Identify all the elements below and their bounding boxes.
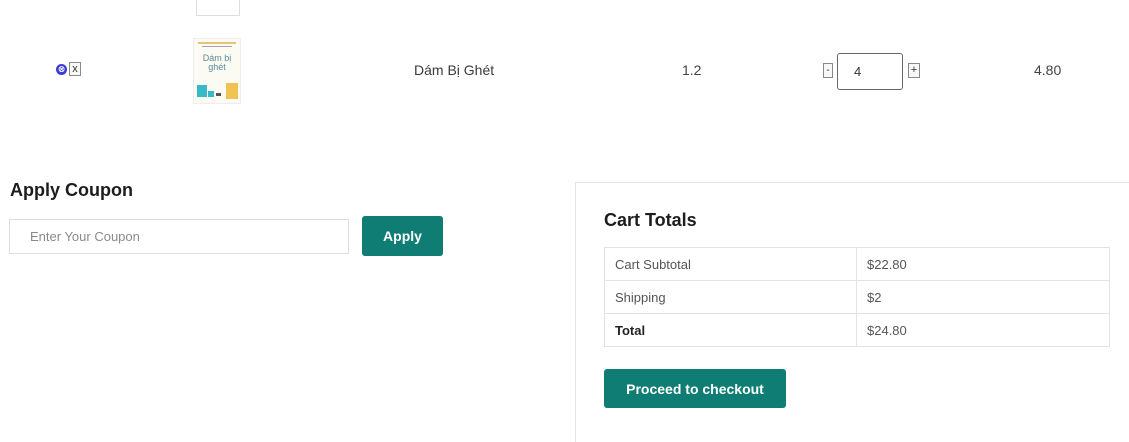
totals-label: Cart Subtotal xyxy=(604,247,857,281)
cart-totals-heading: Cart Totals xyxy=(604,210,697,230)
remove-x-button[interactable]: x xyxy=(69,62,81,76)
apply-coupon-button[interactable]: Apply xyxy=(362,216,443,256)
remove-circle-icon[interactable]: ⊗ xyxy=(56,63,67,75)
book-cover-decoration xyxy=(198,42,236,44)
coupon-input[interactable] xyxy=(9,219,349,254)
remove-item-control[interactable]: ⊗ x xyxy=(56,62,81,76)
quantity-input[interactable] xyxy=(837,53,903,90)
book-cover-art xyxy=(208,91,214,97)
product-subtotal: 4.80 xyxy=(1034,62,1062,78)
totals-value: $22.80 xyxy=(856,247,1110,281)
book-cover-art xyxy=(216,93,221,96)
quantity-decrease-button[interactable]: - xyxy=(823,63,833,78)
quantity-increase-button[interactable]: + xyxy=(908,63,920,78)
table-row: Cart Subtotal $22.80 xyxy=(604,247,1110,281)
previous-item-thumbnail-fragment xyxy=(196,0,240,16)
totals-value: $2 xyxy=(856,280,1110,314)
product-thumbnail[interactable]: Dám bị ghét xyxy=(193,38,241,104)
cart-totals-table: Cart Subtotal $22.80 Shipping $2 Total $… xyxy=(604,247,1110,347)
table-row: Shipping $2 xyxy=(604,280,1110,314)
book-cover-decoration xyxy=(202,46,232,47)
proceed-to-checkout-button[interactable]: Proceed to checkout xyxy=(604,369,786,408)
totals-value: $24.80 xyxy=(856,313,1110,347)
book-cover-art xyxy=(226,83,238,99)
totals-label: Shipping xyxy=(604,280,857,314)
table-row: Total $24.80 xyxy=(604,313,1110,347)
book-cover-art xyxy=(197,85,207,97)
product-name-link[interactable]: Dám Bị Ghét xyxy=(414,62,494,78)
book-cover-title: Dám bị ghét xyxy=(202,53,232,72)
totals-label: Total xyxy=(604,313,857,347)
coupon-heading: Apply Coupon xyxy=(10,180,133,200)
product-price: 1.2 xyxy=(682,62,702,78)
